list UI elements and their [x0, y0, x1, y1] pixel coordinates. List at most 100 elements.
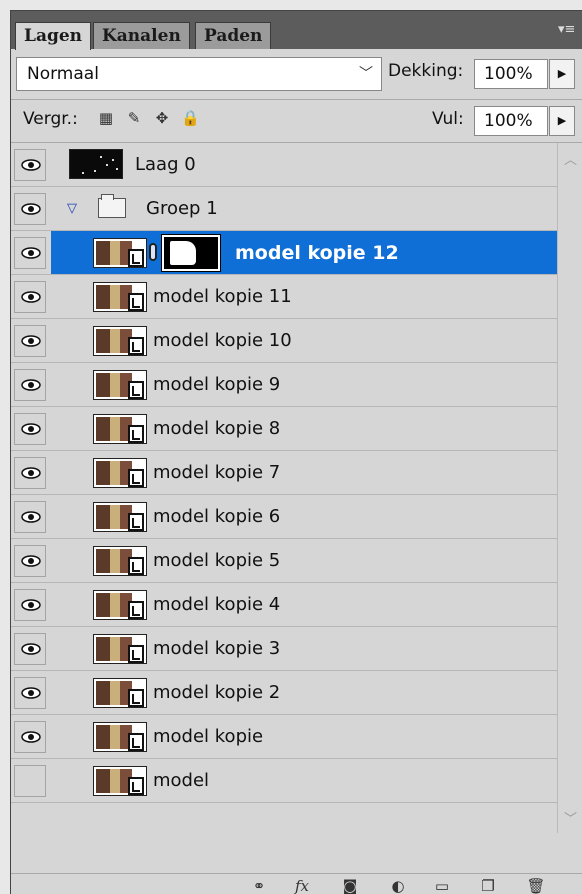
- layer-content[interactable]: model kopie 9: [51, 363, 557, 406]
- layer-row[interactable]: model kopie 2: [11, 671, 557, 715]
- layer-name: Laag 0: [135, 154, 196, 175]
- visibility-toggle[interactable]: [14, 677, 46, 709]
- tab-lagen[interactable]: Lagen: [15, 22, 92, 50]
- visibility-toggle[interactable]: [14, 545, 46, 577]
- layer-row[interactable]: model kopie 3: [11, 627, 557, 671]
- smart-object-thumbnail: [93, 458, 147, 488]
- layer-content[interactable]: model kopie 11: [51, 275, 557, 318]
- visibility-toggle[interactable]: [14, 413, 46, 445]
- layers-scrollbar[interactable]: ︿ ﹀: [557, 143, 582, 833]
- expand-triangle-icon[interactable]: ▽: [67, 201, 77, 216]
- layer-row[interactable]: model kopie 10: [11, 319, 557, 363]
- visibility-toggle[interactable]: [14, 149, 46, 181]
- layer-content[interactable]: model kopie: [51, 715, 557, 758]
- visibility-toggle[interactable]: [14, 501, 46, 533]
- visibility-toggle[interactable]: [14, 237, 46, 269]
- layer-content[interactable]: model kopie 2: [51, 671, 557, 714]
- smart-object-thumbnail: [93, 502, 147, 532]
- layers-panel: Lagen Kanalen Paden ▾≡ Normaal ﹀ Dekking…: [10, 10, 582, 894]
- layer-name: Groep 1: [146, 198, 218, 219]
- visibility-toggle[interactable]: [14, 457, 46, 489]
- smart-object-icon: [128, 381, 144, 399]
- scroll-down-icon[interactable]: ﹀: [564, 808, 577, 827]
- layer-row[interactable]: model kopie 8: [11, 407, 557, 451]
- smart-object-thumbnail: [93, 634, 147, 664]
- eye-icon: [21, 467, 41, 479]
- scroll-up-icon[interactable]: ︿: [564, 149, 577, 168]
- visibility-toggle[interactable]: [14, 325, 46, 357]
- visibility-toggle[interactable]: [14, 369, 46, 401]
- layer-content[interactable]: ▽ Groep 1: [51, 187, 557, 230]
- layer-row-selected[interactable]: model kopie 12: [11, 231, 557, 275]
- lock-all-icon[interactable]: 🔒: [181, 109, 200, 127]
- layer-row[interactable]: model kopie 6: [11, 495, 557, 539]
- smart-object-icon: [128, 425, 144, 443]
- blend-mode-select[interactable]: Normaal ﹀: [16, 57, 382, 91]
- eye-icon: [21, 599, 41, 611]
- visibility-toggle-empty[interactable]: [14, 765, 46, 797]
- smart-object-thumbnail: [93, 766, 147, 796]
- layers-list: Laag 0 ▽ Groep 1 model kopie 12 model ko…: [11, 143, 557, 833]
- layer-row[interactable]: model: [11, 759, 557, 803]
- visibility-toggle[interactable]: [14, 281, 46, 313]
- layer-content[interactable]: model: [51, 759, 557, 802]
- link-layers-icon[interactable]: ⚭: [245, 877, 273, 894]
- fill-input[interactable]: 100%: [474, 106, 548, 136]
- layers-toolbar: ⚭ fx ◙ ◐ ▭ ❐ 🗑: [11, 873, 582, 894]
- layer-row[interactable]: ▽ Groep 1: [11, 187, 557, 231]
- visibility-toggle[interactable]: [14, 193, 46, 225]
- layer-row[interactable]: model kopie 11: [11, 275, 557, 319]
- layer-row[interactable]: model kopie 5: [11, 539, 557, 583]
- smart-object-icon: [128, 557, 144, 575]
- opacity-input[interactable]: 100%: [474, 59, 548, 89]
- visibility-toggle[interactable]: [14, 589, 46, 621]
- mask-link-icon[interactable]: [149, 243, 157, 261]
- opacity-slider-button[interactable]: ▶: [549, 59, 575, 89]
- layer-row[interactable]: model kopie 4: [11, 583, 557, 627]
- smart-object-icon: [128, 293, 144, 311]
- new-group-icon[interactable]: ▭: [431, 877, 453, 894]
- visibility-toggle[interactable]: [14, 633, 46, 665]
- smart-object-icon: [128, 249, 144, 267]
- smart-object-icon: [128, 689, 144, 707]
- layer-content[interactable]: model kopie 12: [51, 231, 557, 274]
- tab-kanalen[interactable]: Kanalen: [93, 22, 190, 49]
- tab-paden[interactable]: Paden: [195, 22, 272, 49]
- fx-icon[interactable]: fx: [291, 877, 313, 894]
- layer-content[interactable]: model kopie 3: [51, 627, 557, 670]
- layer-row[interactable]: model kopie: [11, 715, 557, 759]
- layer-content[interactable]: model kopie 6: [51, 495, 557, 538]
- lock-transparent-icon[interactable]: ▦: [97, 109, 115, 127]
- layer-content[interactable]: Laag 0: [51, 143, 557, 186]
- layer-content[interactable]: model kopie 10: [51, 319, 557, 362]
- layer-content[interactable]: model kopie 4: [51, 583, 557, 626]
- layer-mask-thumbnail[interactable]: [161, 234, 221, 272]
- layer-content[interactable]: model kopie 5: [51, 539, 557, 582]
- lock-paint-icon[interactable]: ✎: [125, 109, 143, 127]
- divider: [11, 99, 582, 100]
- eye-icon: [21, 511, 41, 523]
- layer-row[interactable]: model kopie 7: [11, 451, 557, 495]
- layer-row[interactable]: model kopie 9: [11, 363, 557, 407]
- layer-name: model: [153, 770, 210, 791]
- add-mask-icon[interactable]: ◙: [339, 877, 361, 894]
- layer-content[interactable]: model kopie 7: [51, 451, 557, 494]
- visibility-toggle[interactable]: [14, 721, 46, 753]
- blend-mode-value: Normaal: [27, 64, 99, 84]
- fill-slider-button[interactable]: ▶: [549, 106, 575, 136]
- panel-menu-icon[interactable]: ▾≡: [558, 23, 578, 37]
- eye-icon: [21, 687, 41, 699]
- eye-icon: [21, 159, 41, 171]
- layer-row[interactable]: Laag 0: [11, 143, 557, 187]
- smart-object-icon: [128, 469, 144, 487]
- eye-icon: [21, 643, 41, 655]
- eye-icon: [21, 423, 41, 435]
- adjustment-layer-icon[interactable]: ◐: [387, 877, 409, 894]
- smart-object-thumbnail: [93, 326, 147, 356]
- layer-content[interactable]: model kopie 8: [51, 407, 557, 450]
- smart-object-thumbnail: [93, 590, 147, 620]
- lock-move-icon[interactable]: ✥: [153, 109, 171, 127]
- delete-layer-icon[interactable]: 🗑: [525, 877, 547, 894]
- smart-object-icon: [128, 601, 144, 619]
- new-layer-icon[interactable]: ❐: [477, 877, 499, 894]
